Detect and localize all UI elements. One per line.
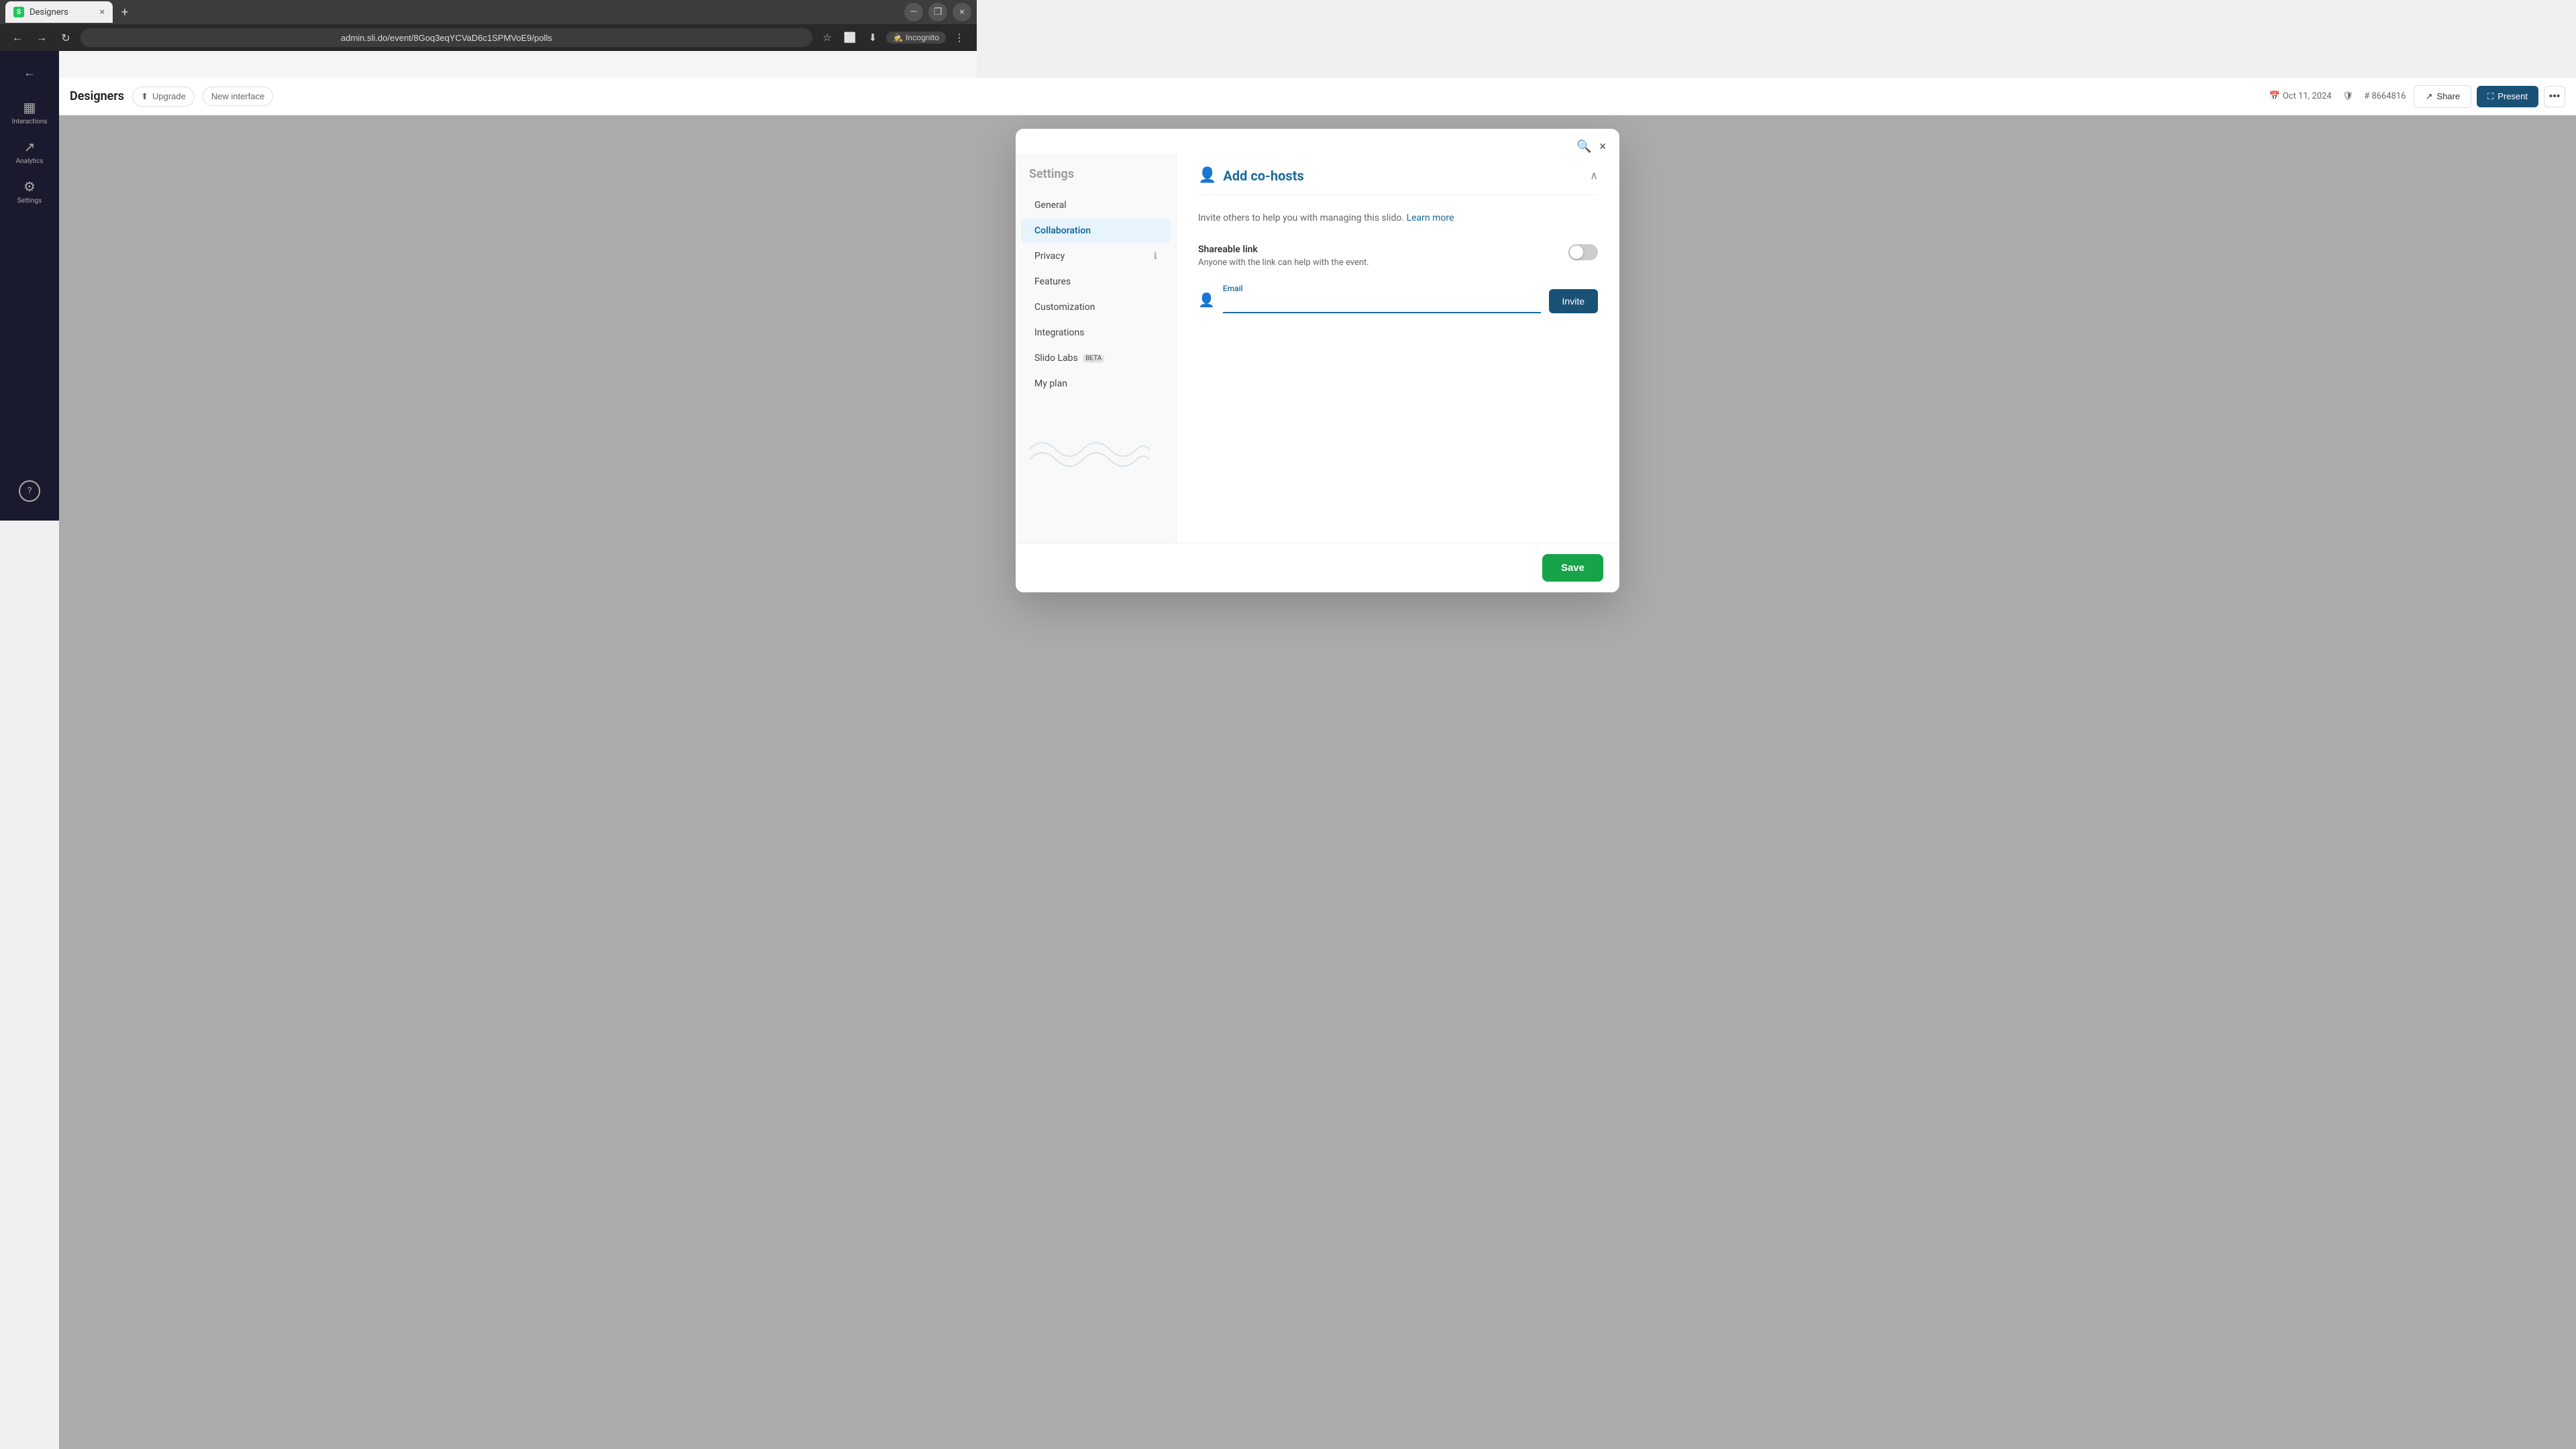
sidebar-item-settings[interactable]: ⚙ Settings xyxy=(0,173,59,210)
share-icon: ↗ xyxy=(2425,91,2432,102)
shareable-link-description: Anyone with the link can help with the e… xyxy=(1198,258,1369,268)
tab-bar: S Designers × + — ❐ × xyxy=(0,0,977,24)
menu-icon[interactable]: ⋮ xyxy=(950,28,969,47)
more-icon: ••• xyxy=(2549,91,2561,103)
analytics-icon: ↗ xyxy=(24,139,36,155)
settings-nav-slido-labs[interactable]: Slido Labs BETA xyxy=(1021,346,1171,370)
save-button[interactable]: Save xyxy=(1542,554,1603,582)
upgrade-label: Upgrade xyxy=(152,91,186,101)
shareable-link-toggle[interactable] xyxy=(1568,244,1598,260)
incognito-badge: 🕵 Incognito xyxy=(886,32,946,44)
app-area: ← ▦ Interactions ↗ Analytics ⚙ Settings … xyxy=(0,51,977,521)
email-label: Email xyxy=(1223,284,1541,293)
close-window-button[interactable]: × xyxy=(953,3,971,21)
top-bar-actions: ↗ Share ⛶ Present ••• xyxy=(2414,85,2565,108)
more-options-button[interactable]: ••• xyxy=(2544,86,2565,107)
new-tab-button[interactable]: + xyxy=(115,3,134,21)
main-content: 🔍 × Settings General Collaboration xyxy=(59,115,2576,1449)
upgrade-button[interactable]: ⬆ Upgrade xyxy=(132,87,195,107)
settings-nav-my-plan[interactable]: My plan xyxy=(1021,372,1171,396)
reload-button[interactable]: ↻ xyxy=(56,28,75,47)
toggle-thumb xyxy=(1570,246,1583,259)
present-label: Present xyxy=(2498,91,2528,101)
email-field-wrap: Email xyxy=(1223,284,1541,313)
download-icon[interactable]: ⬇ xyxy=(863,28,882,47)
modal-overlay: 🔍 × Settings General Collaboration xyxy=(59,115,2576,1449)
learn-more-link[interactable]: Learn more xyxy=(1407,213,1454,223)
new-interface-label: New interface xyxy=(211,91,264,101)
calendar-icon: 📅 xyxy=(2269,91,2280,101)
modal-header: 🔍 × xyxy=(1016,129,1619,154)
modal-body: Settings General Collaboration Privacy ℹ xyxy=(1016,154,1619,543)
settings-nav-general[interactable]: General xyxy=(1021,193,1171,217)
interactions-icon: ▦ xyxy=(23,99,36,115)
page-title: Designers xyxy=(70,89,124,103)
section-title: Add co-hosts xyxy=(1223,168,1303,184)
email-invite-row: 👤 Email Invite xyxy=(1198,284,1598,313)
top-bar-meta: 📅 Oct 11, 2024 🛡 # 8664816 xyxy=(2269,91,2406,101)
settings-title: Settings xyxy=(1016,167,1176,192)
new-interface-button[interactable]: New interface xyxy=(203,87,273,106)
invite-button[interactable]: Invite xyxy=(1549,289,1598,313)
settings-nav-features[interactable]: Features xyxy=(1021,270,1171,294)
section-header: 👤 Add co-hosts ∧ xyxy=(1198,154,1598,195)
settings-nav-integrations[interactable]: Integrations xyxy=(1021,321,1171,345)
extensions-icon[interactable]: ⬜ xyxy=(841,28,859,47)
settings-nav-customization[interactable]: Customization xyxy=(1021,295,1171,319)
tab-favicon: S xyxy=(13,7,24,17)
sidebar-item-analytics[interactable]: ↗ Analytics xyxy=(0,133,59,170)
share-label: Share xyxy=(2436,91,2460,101)
sidebar-settings-label: Settings xyxy=(17,197,42,205)
person-icon: 👤 xyxy=(1198,292,1215,313)
sidebar-interactions-label: Interactions xyxy=(12,118,48,125)
modal-search-icon[interactable]: 🔍 xyxy=(1576,140,1591,154)
settings-nav-collaboration[interactable]: Collaboration xyxy=(1021,219,1171,243)
share-button[interactable]: ↗ Share xyxy=(2414,85,2471,108)
beta-badge: BETA xyxy=(1083,354,1104,363)
top-bar: Designers ⬆ Upgrade New interface 📅 Oct … xyxy=(59,78,2576,115)
invite-description: Invite others to help you with managing … xyxy=(1198,211,1598,225)
restore-button[interactable]: ❐ xyxy=(928,3,947,21)
minimize-button[interactable]: — xyxy=(904,3,923,21)
tab-close-button[interactable]: × xyxy=(100,7,105,17)
decorative-wave xyxy=(1029,423,1150,476)
add-cohosts-icon: 👤 xyxy=(1198,167,1216,184)
sidebar-analytics-label: Analytics xyxy=(16,158,44,165)
modal-main-panel: 👤 Add co-hosts ∧ Invite others to help y… xyxy=(1177,154,1619,543)
help-button[interactable]: ? xyxy=(19,480,40,502)
sidebar-back-button[interactable]: ← xyxy=(16,59,43,86)
bookmark-icon[interactable]: ☆ xyxy=(818,28,837,47)
section-title-group: 👤 Add co-hosts xyxy=(1198,167,1304,184)
tab-title: Designers xyxy=(30,7,68,17)
settings-modal: 🔍 × Settings General Collaboration xyxy=(1016,129,1619,592)
modal-footer: Save xyxy=(1016,543,1619,592)
present-icon: ⛶ xyxy=(2487,91,2493,102)
address-input[interactable] xyxy=(80,28,812,47)
privacy-info-icon: ℹ xyxy=(1154,251,1157,262)
settings-icon: ⚙ xyxy=(23,178,36,195)
event-code-display: # 8664816 xyxy=(2364,91,2406,101)
upgrade-icon: ⬆ xyxy=(141,91,148,102)
sidebar-item-interactions[interactable]: ▦ Interactions xyxy=(0,94,59,131)
toggle-track xyxy=(1568,244,1598,260)
address-actions: ☆ ⬜ ⬇ 🕵 Incognito ⋮ xyxy=(818,28,969,47)
address-bar: ← → ↻ ☆ ⬜ ⬇ 🕵 Incognito ⋮ xyxy=(0,24,977,51)
security-icon: 🛡 xyxy=(2343,91,2354,101)
shareable-link-title: Shareable link xyxy=(1198,244,1369,255)
modal-close-icon[interactable]: × xyxy=(1599,140,1606,154)
settings-sidebar: Settings General Collaboration Privacy ℹ xyxy=(1016,154,1177,543)
back-button[interactable]: ← xyxy=(8,28,27,47)
collapse-section-button[interactable]: ∧ xyxy=(1590,169,1598,182)
forward-button[interactable]: → xyxy=(32,28,51,47)
left-sidebar: ← ▦ Interactions ↗ Analytics ⚙ Settings … xyxy=(0,51,59,521)
date-display: 📅 Oct 11, 2024 xyxy=(2269,91,2332,101)
settings-nav-privacy[interactable]: Privacy ℹ xyxy=(1021,244,1171,268)
shareable-link-info: Shareable link Anyone with the link can … xyxy=(1198,244,1369,268)
shareable-link-row: Shareable link Anyone with the link can … xyxy=(1198,244,1598,268)
email-input[interactable] xyxy=(1223,296,1541,313)
active-tab[interactable]: S Designers × xyxy=(5,1,113,23)
present-button[interactable]: ⛶ Present xyxy=(2477,86,2538,107)
